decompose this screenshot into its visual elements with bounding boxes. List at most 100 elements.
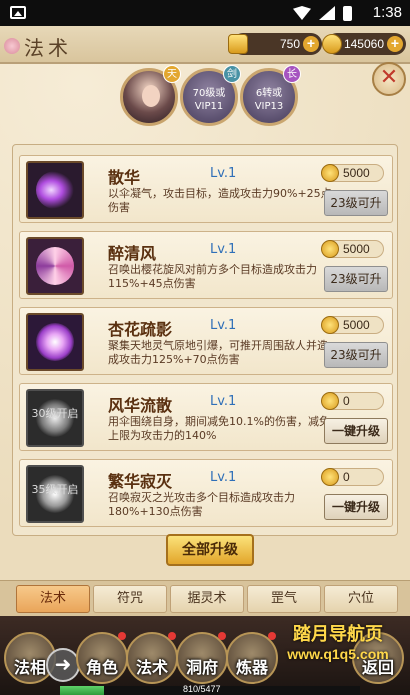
character-face: [142, 85, 160, 107]
gallery-icon: [10, 6, 26, 19]
unlock-level-label: 30级开启: [31, 407, 79, 420]
light-burst-icon: 35级开启: [26, 465, 84, 523]
skill-description: 聚集天地灵气原地引爆，可推开周围敌人并造成攻击力125%+70点伤害: [108, 339, 328, 366]
coin-icon: [321, 164, 339, 182]
umbrella-shield-icon: 30级开启: [26, 389, 84, 447]
upgrade-button[interactable]: 23级可升: [324, 190, 388, 216]
skill-description: 召唤出樱花旋风对前方多个目标造成攻击力115%+45点伤害: [108, 263, 317, 290]
upgrade-cost: 5000: [321, 240, 384, 258]
cost-value: 5000: [343, 242, 370, 256]
coin-icon: [321, 316, 339, 334]
skill-level: Lv.1: [210, 318, 237, 333]
coin-icon: [321, 392, 339, 410]
spells-panel: 法术 750 + 145060 + ✕ 天 剑 70级或 VIP11 长 6转或…: [0, 26, 410, 616]
avatar-tag: 剑: [223, 65, 241, 83]
skill-glow: [36, 323, 74, 361]
gold-ingot-counter: 750 +: [228, 33, 322, 55]
watermark-title: 踏月导航页: [293, 624, 383, 645]
skill-level: Lv.1: [210, 470, 237, 485]
unlock-line: 70级或: [192, 88, 226, 99]
character-avatar-selected[interactable]: 天: [120, 65, 181, 126]
skill-level: Lv.1: [210, 242, 237, 257]
coin-icon: [321, 468, 339, 486]
clock: 1:38: [372, 4, 402, 21]
gold-ingot-icon: [228, 34, 248, 54]
skill-row: 散华 Lv.1 以伞凝气，攻击目标，造成攻击力90%+25点伤害 5000 23…: [19, 155, 393, 223]
tab-acupoints[interactable]: 穴位: [324, 585, 398, 613]
character-avatar-locked[interactable]: 长 6转或 VIP13: [240, 65, 301, 126]
add-coin-button[interactable]: +: [387, 36, 403, 52]
watermark-url: www.q1q5.com: [287, 646, 389, 662]
tab-talismans[interactable]: 符咒: [93, 585, 167, 613]
skill-level: Lv.1: [210, 166, 237, 181]
unlock-requirement: 6转或 VIP13: [243, 87, 295, 113]
unlock-line: VIP11: [194, 101, 224, 112]
upgrade-cost: 5000: [321, 164, 384, 182]
close-x-icon: ✕: [379, 65, 399, 90]
one-click-upgrade-button[interactable]: 一键升级: [324, 494, 388, 520]
coin-icon: [322, 34, 342, 54]
skill-name: 杏花疏影: [108, 320, 173, 339]
skill-name: 繁华寂灭: [108, 472, 173, 491]
skill-row: 杏花疏影 Lv.1 聚集天地灵气原地引爆，可推开周围敌人并造成攻击力125%+7…: [19, 307, 393, 375]
wifi-icon: [293, 6, 311, 20]
skill-description: 用伞围绕自身，期间减免10.1%的伤害，减免上限为攻击力的140%: [108, 415, 330, 442]
battery-icon: [343, 5, 352, 21]
skill-description: 召唤寂灭之光攻击多个目标造成攻击力180%+130点伤害: [108, 491, 295, 518]
upgrade-button[interactable]: 23级可升: [324, 266, 388, 292]
blossom-icon: [4, 38, 20, 54]
notification-dot: [168, 632, 176, 640]
close-button[interactable]: ✕: [372, 62, 406, 96]
character-avatar-locked[interactable]: 剑 70级或 VIP11: [180, 65, 241, 126]
upgrade-cost: 0: [321, 392, 384, 410]
avatar-tag: 天: [163, 65, 181, 83]
cost-value: 5000: [343, 318, 370, 332]
tab-spells[interactable]: 法术: [16, 585, 90, 613]
coin-icon: [321, 240, 339, 258]
spell-tabs: 法术 符咒 据灵术 罡气 穴位: [0, 580, 410, 616]
exp-text: 810/5477: [183, 684, 221, 694]
tab-qi[interactable]: 罡气: [247, 585, 321, 613]
coin-amount: 145060: [343, 37, 384, 51]
page-title: 法术: [24, 36, 72, 60]
skill-glow: [36, 171, 74, 209]
skill-name: 散华: [108, 168, 141, 187]
notification-dot: [118, 632, 126, 640]
watermark: 踏月导航页 www.q1q5.com: [268, 620, 408, 662]
avatar-tag: 长: [283, 65, 301, 83]
add-gold-button[interactable]: +: [303, 36, 319, 52]
exp-bar-fill: [60, 686, 105, 695]
unlock-line: VIP13: [254, 101, 284, 112]
upgrade-cost: 0: [321, 468, 384, 486]
coin-counter: 145060 +: [322, 33, 406, 55]
skill-list: 散华 Lv.1 以伞凝气，攻击目标，造成攻击力90%+25点伤害 5000 23…: [12, 144, 398, 536]
gold-amount: 750: [279, 37, 300, 51]
skill-name: 风华流散: [108, 396, 173, 415]
status-icons: [293, 5, 352, 21]
upgrade-button[interactable]: 23级可升: [324, 342, 388, 368]
cost-value: 5000: [343, 166, 370, 180]
cost-value: 0: [343, 470, 350, 484]
unlock-line: 6转或: [255, 88, 283, 99]
skill-glow: [36, 247, 74, 285]
skill-level: Lv.1: [210, 394, 237, 409]
signal-icon: [319, 6, 335, 20]
tab-spirit-art[interactable]: 据灵术: [170, 585, 244, 613]
bottom-menu: 法相 ➜ 角色 法术 洞府 炼器 返回 踏月导航页 www.q1q5.com 8…: [0, 616, 410, 695]
skill-description: 以伞凝气，攻击目标，造成攻击力90%+25点伤害: [108, 187, 332, 214]
status-bar: 1:38: [0, 0, 410, 26]
unlock-level-label: 35级开启: [31, 483, 79, 496]
lotus-icon: [26, 313, 84, 371]
skill-name: 醉清风: [108, 244, 157, 263]
skill-row: 35级开启 繁华寂灭 Lv.1 召唤寂灭之光攻击多个目标造成攻击力180%+13…: [19, 459, 393, 527]
one-click-upgrade-button[interactable]: 一键升级: [324, 418, 388, 444]
panel-header: 法术 750 + 145060 +: [0, 26, 410, 64]
upgrade-cost: 5000: [321, 316, 384, 334]
purple-slash-icon: [26, 161, 84, 219]
cost-value: 0: [343, 394, 350, 408]
unlock-requirement: 70级或 VIP11: [183, 87, 235, 113]
notification-dot: [218, 632, 226, 640]
skill-row: 醉清风 Lv.1 召唤出樱花旋风对前方多个目标造成攻击力115%+45点伤害 5…: [19, 231, 393, 299]
upgrade-all-button[interactable]: 全部升级: [166, 534, 254, 566]
skill-row: 30级开启 风华流散 Lv.1 用伞围绕自身，期间减免10.1%的伤害，减免上限…: [19, 383, 393, 451]
